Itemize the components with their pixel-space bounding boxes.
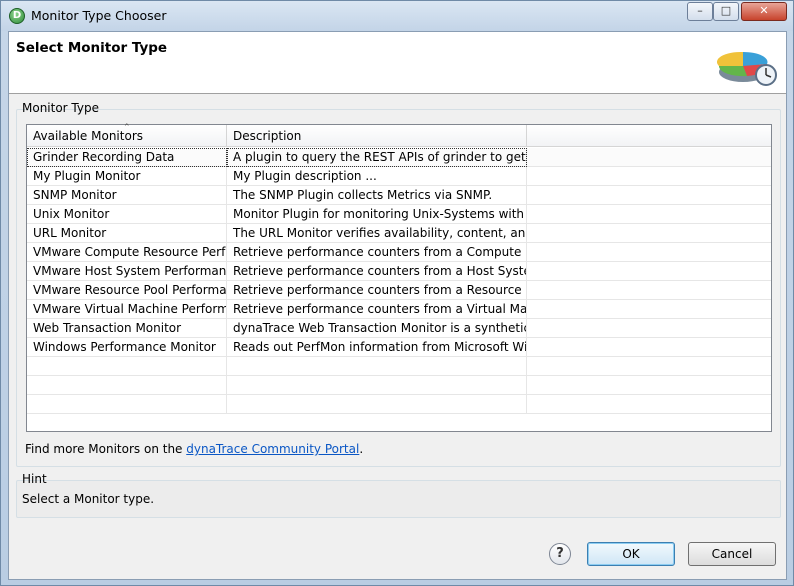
table-row[interactable]: VMware Resource Pool Performan... Retriev… xyxy=(27,281,771,300)
table-row[interactable]: Grinder Recording Data A plugin to query … xyxy=(27,148,771,167)
ok-button[interactable]: OK xyxy=(587,542,675,566)
empty-cell xyxy=(527,243,771,262)
hint-text: Select a Monitor type. xyxy=(22,492,155,506)
table-row[interactable]: VMware Compute Resource Perfo... Retrieve… xyxy=(27,243,771,262)
monitor-name-cell: My Plugin Monitor xyxy=(27,167,227,186)
community-portal-note: Find more Monitors on the dynaTrace Comm… xyxy=(25,442,363,456)
monitor-description-cell: Retrieve performance counters from a Res… xyxy=(227,281,527,300)
empty-cell xyxy=(527,224,771,243)
monitor-description-cell: Reads out PerfMon information from Micro… xyxy=(227,338,527,357)
dialog-client-area: Select Monitor Type Monitor Type Availab… xyxy=(8,31,787,580)
pie-chart-clock-icon xyxy=(717,51,777,86)
monitor-description-cell: A plugin to query the REST APIs of grind… xyxy=(227,148,527,167)
monitor-name-cell: VMware Compute Resource Perfo... xyxy=(27,243,227,262)
table-row xyxy=(27,357,771,376)
column-header-available-monitors[interactable]: Available Monitors ⌃ xyxy=(27,123,227,147)
monitor-name-cell xyxy=(27,357,227,376)
community-portal-link[interactable]: dynaTrace Community Portal xyxy=(186,442,359,456)
minimize-button[interactable]: – xyxy=(687,2,713,21)
column-header-label: Description xyxy=(233,129,302,143)
monitor-description-cell xyxy=(227,376,527,395)
hint-label: Hint xyxy=(22,472,47,486)
table-row[interactable]: My Plugin Monitor My Plugin description .… xyxy=(27,167,771,186)
empty-cell xyxy=(527,148,771,167)
table-row[interactable]: Windows Performance Monitor Reads out Per… xyxy=(27,338,771,357)
monitor-description-cell: Monitor Plugin for monitoring Unix-Syste… xyxy=(227,205,527,224)
column-header-empty xyxy=(527,125,771,147)
title-bar[interactable]: D Monitor Type Chooser – □ ✕ xyxy=(1,1,793,31)
monitor-name-cell: URL Monitor xyxy=(27,224,227,243)
help-icon[interactable]: ? xyxy=(549,543,571,565)
minimize-icon: – xyxy=(697,4,703,17)
empty-cell xyxy=(527,338,771,357)
table-row[interactable]: VMware Virtual Machine Performa... Retrie… xyxy=(27,300,771,319)
close-button[interactable]: ✕ xyxy=(741,2,787,21)
monitor-description-cell: The SNMP Plugin collects Metrics via SNM… xyxy=(227,186,527,205)
table-row xyxy=(27,376,771,395)
community-portal-prefix: Find more Monitors on the xyxy=(25,442,187,456)
monitors-table[interactable]: Available Monitors ⌃ Description Grinder… xyxy=(26,123,772,432)
column-header-description[interactable]: Description xyxy=(227,125,527,147)
monitor-name-cell: SNMP Monitor xyxy=(27,186,227,205)
empty-cell xyxy=(527,357,771,376)
dynatrace-icon: D xyxy=(9,8,25,24)
empty-cell xyxy=(527,205,771,224)
empty-cell xyxy=(527,281,771,300)
monitor-description-cell: Retrieve performance counters from a Com… xyxy=(227,243,527,262)
monitor-name-cell: VMware Virtual Machine Performa... xyxy=(27,300,227,319)
table-row[interactable]: VMware Host System Performanc... Retrieve… xyxy=(27,262,771,281)
maximize-button[interactable]: □ xyxy=(713,2,739,21)
empty-cell xyxy=(527,186,771,205)
close-icon: ✕ xyxy=(759,4,769,17)
dialog-header: Select Monitor Type xyxy=(9,32,786,94)
table-row xyxy=(27,395,771,414)
monitor-name-cell: Unix Monitor xyxy=(27,205,227,224)
empty-cell xyxy=(527,319,771,338)
table-row[interactable]: URL Monitor The URL Monitor verifies avai… xyxy=(27,224,771,243)
monitor-description-cell: My Plugin description ... xyxy=(227,167,527,186)
cancel-button[interactable]: Cancel xyxy=(688,542,776,566)
maximize-icon: □ xyxy=(720,4,732,17)
sort-ascending-icon: ⌃ xyxy=(123,123,131,133)
empty-cell xyxy=(527,262,771,281)
monitor-description-cell xyxy=(227,395,527,414)
table-header: Available Monitors ⌃ Description xyxy=(27,123,771,147)
empty-cell xyxy=(527,395,771,414)
window-title: Monitor Type Chooser xyxy=(31,8,167,23)
dialog-window: D Monitor Type Chooser – □ ✕ Select Moni… xyxy=(0,0,794,586)
empty-cell xyxy=(527,300,771,319)
monitor-name-cell: VMware Resource Pool Performan... xyxy=(27,281,227,300)
monitor-description-cell: Retrieve performance counters from a Hos… xyxy=(227,262,527,281)
monitor-description-cell xyxy=(227,357,527,376)
empty-cell xyxy=(527,376,771,395)
monitor-description-cell: dynaTrace Web Transaction Monitor is a s… xyxy=(227,319,527,338)
empty-cell xyxy=(527,167,771,186)
monitor-description-cell: The URL Monitor verifies availability, c… xyxy=(227,224,527,243)
monitor-type-group-label: Monitor Type xyxy=(22,101,99,115)
table-body: Grinder Recording Data A plugin to query … xyxy=(27,148,771,431)
table-row[interactable]: Unix Monitor Monitor Plugin for monitorin… xyxy=(27,205,771,224)
monitor-name-cell: VMware Host System Performanc... xyxy=(27,262,227,281)
monitor-description-cell: Retrieve performance counters from a Vir… xyxy=(227,300,527,319)
monitor-name-cell xyxy=(27,376,227,395)
monitor-name-cell: Web Transaction Monitor xyxy=(27,319,227,338)
page-title: Select Monitor Type xyxy=(16,40,168,56)
monitor-name-cell xyxy=(27,395,227,414)
table-row[interactable]: Web Transaction Monitor dynaTrace Web Tra… xyxy=(27,319,771,338)
monitor-name-cell: Windows Performance Monitor xyxy=(27,338,227,357)
table-row[interactable]: SNMP Monitor The SNMP Plugin collects Met… xyxy=(27,186,771,205)
community-portal-suffix: . xyxy=(359,442,364,456)
monitor-name-cell: Grinder Recording Data xyxy=(27,148,227,167)
